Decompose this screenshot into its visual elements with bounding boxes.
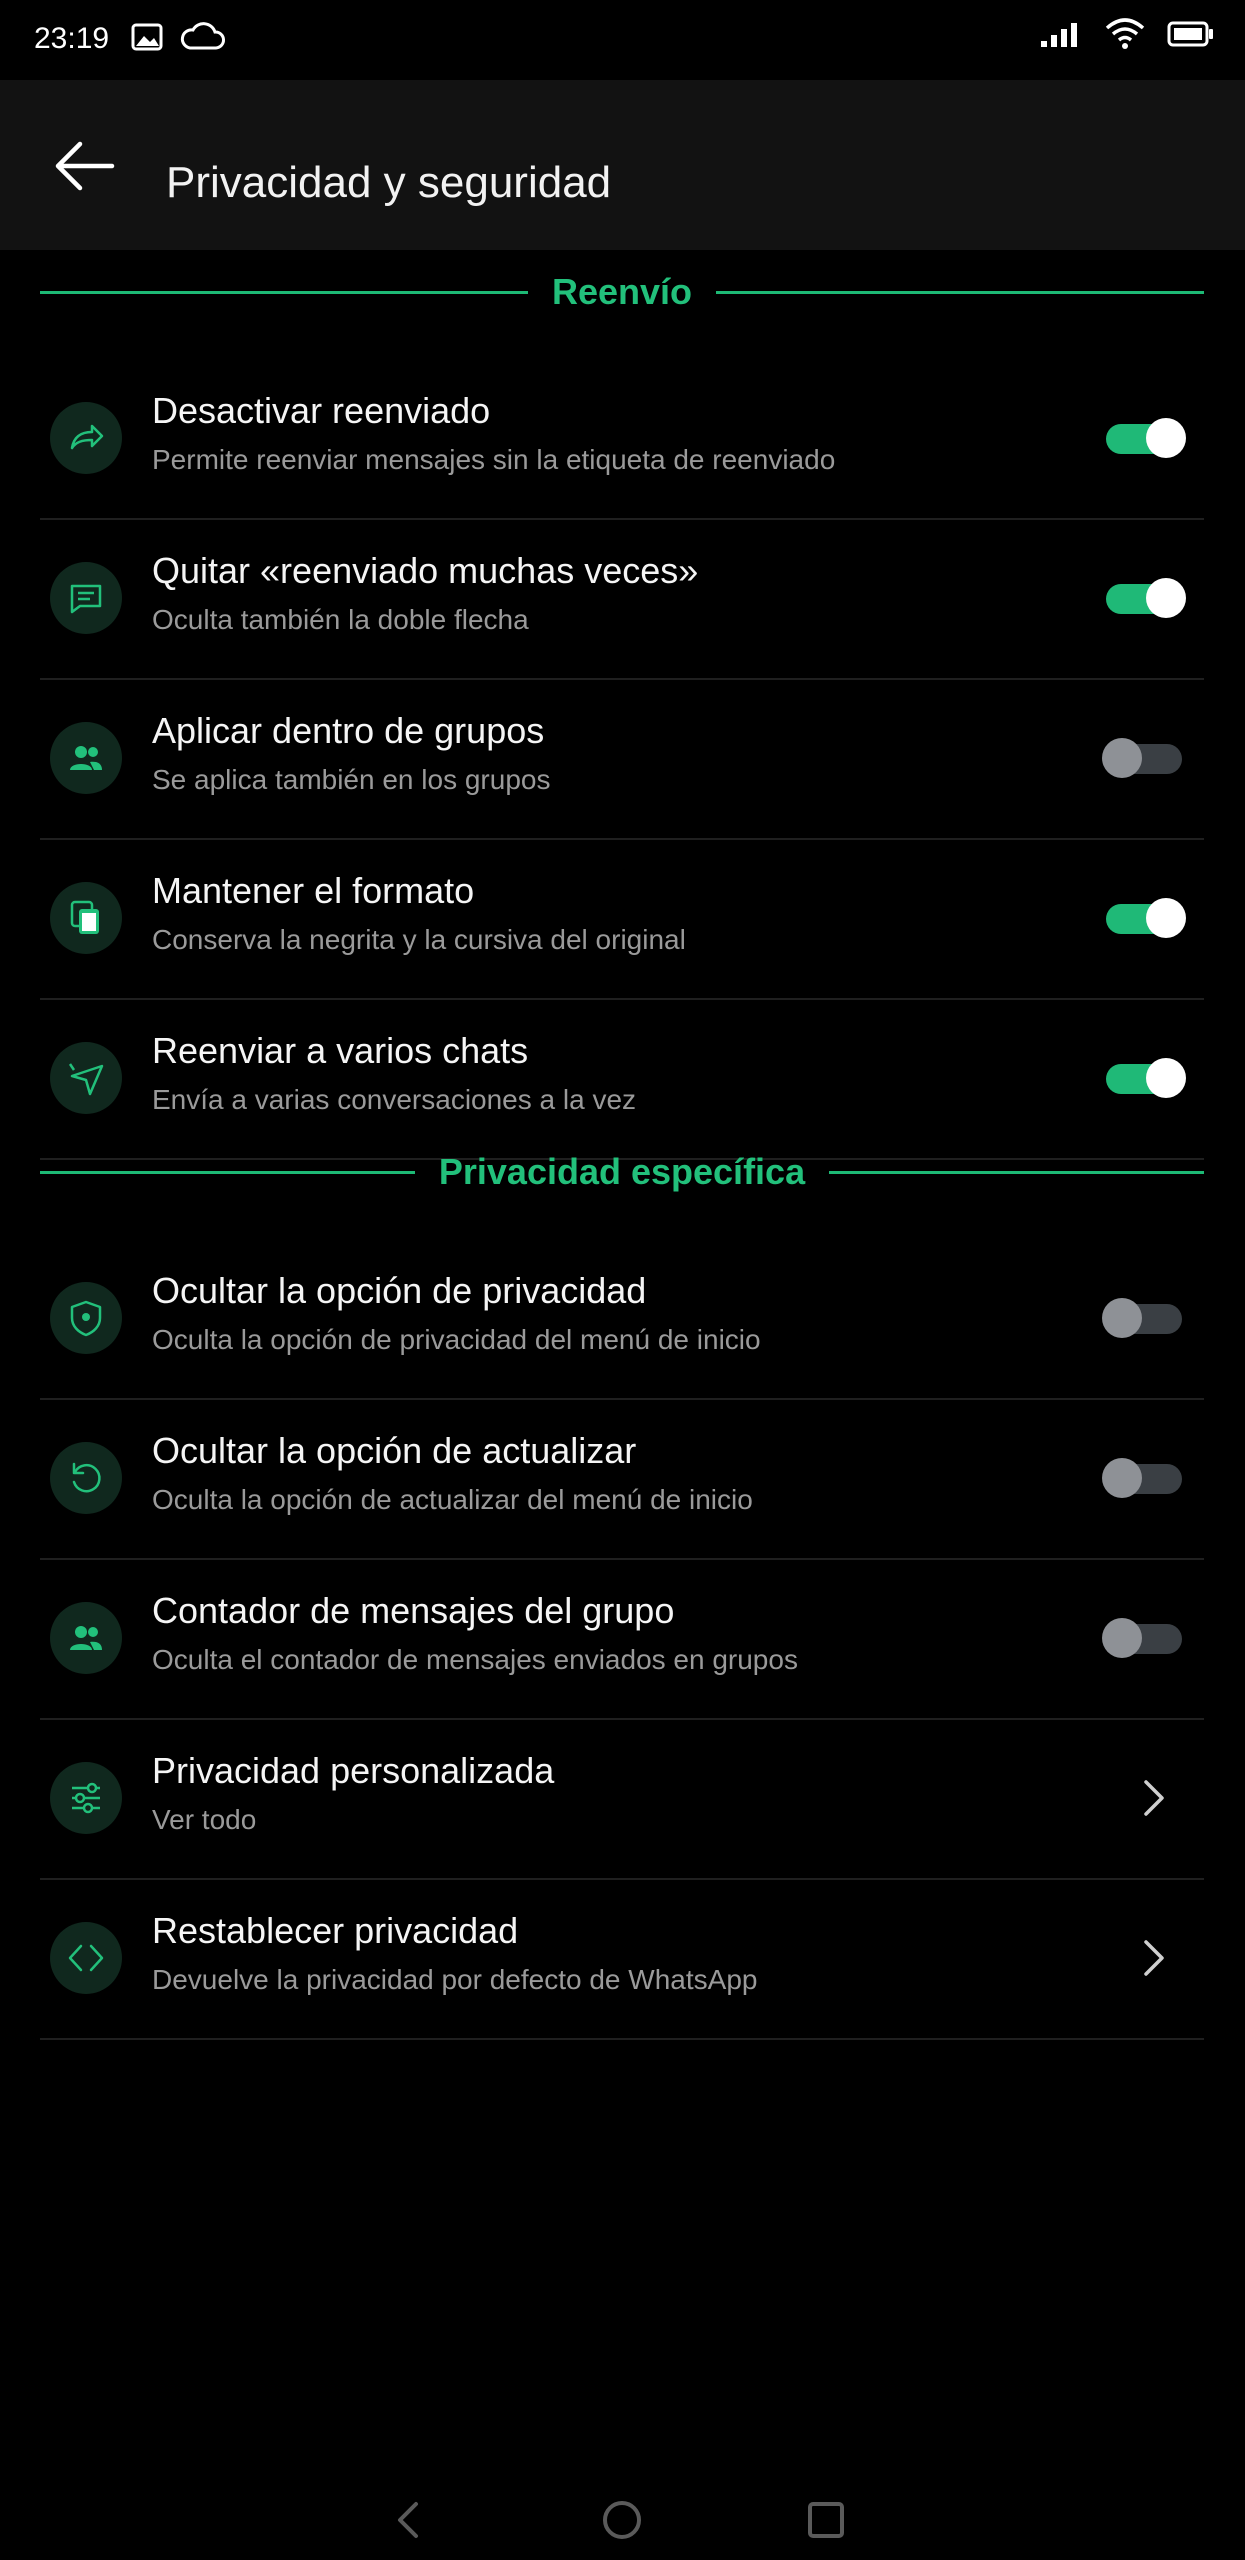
row-subtitle: Oculta la opción de actualizar del menú …: [152, 1484, 753, 1515]
refresh-icon: [50, 1442, 122, 1514]
page-title: Privacidad y seguridad: [166, 158, 612, 207]
row-subtitle: Permite reenviar mensajes sin la etiquet…: [152, 444, 836, 475]
forward-icon: [50, 402, 122, 474]
home-nav-icon[interactable]: [594, 2492, 650, 2548]
send-icon: [50, 1042, 122, 1114]
row-title: Privacidad personalizada: [152, 1750, 555, 1791]
row-subtitle: Oculta la opción de privacidad del menú …: [152, 1324, 761, 1355]
chevron-right-icon: [1134, 1936, 1174, 1980]
message-icon: [50, 562, 122, 634]
row-title: Ocultar la opción de privacidad: [152, 1270, 647, 1311]
cloud-icon: [178, 20, 226, 59]
row-subtitle: Se aplica también en los grupos: [152, 764, 551, 795]
section-header-reenvio: Reenvío: [40, 262, 1205, 322]
row-subtitle: Ver todo: [152, 1804, 257, 1835]
toggle-switch[interactable]: [1102, 894, 1186, 942]
setting-row-privacidad-personalizada[interactable]: Privacidad personalizada Ver todo: [40, 1720, 1204, 1880]
row-subtitle: Envía a varias conversaciones a la vez: [152, 1084, 637, 1115]
section-title: Privacidad específica: [438, 1151, 806, 1192]
setting-row-quitar-reenviado-muchas-veces[interactable]: Quitar «reenviado muchas veces» Oculta t…: [40, 520, 1204, 680]
row-title: Restablecer privacidad: [152, 1910, 519, 1951]
app-bar: Privacidad y seguridad: [0, 80, 1245, 250]
section-list-reenvio: Desactivar reenviado Permite reenviar me…: [40, 360, 1204, 1160]
setting-row-ocultar-opcion-privacidad[interactable]: Ocultar la opción de privacidad Oculta l…: [40, 1240, 1204, 1400]
section-header-privacidad-especifica: Privacidad específica: [40, 1142, 1204, 1202]
row-title: Mantener el formato: [152, 870, 475, 911]
battery-icon: [1167, 20, 1215, 53]
setting-row-desactivar-reenviado[interactable]: Desactivar reenviado Permite reenviar me…: [40, 360, 1204, 520]
group-icon: [50, 722, 122, 794]
sliders-icon: [50, 1762, 122, 1834]
toggle-switch[interactable]: [1102, 1054, 1186, 1102]
row-title: Quitar «reenviado muchas veces»: [152, 550, 699, 591]
group-icon: [50, 1602, 122, 1674]
image-icon: [130, 20, 164, 59]
recents-nav-icon[interactable]: [798, 2492, 854, 2548]
shield-icon: [50, 1282, 122, 1354]
row-subtitle: Conserva la negrita y la cursiva del ori…: [152, 924, 686, 955]
toggle-switch[interactable]: [1102, 574, 1186, 622]
toggle-switch[interactable]: [1102, 1454, 1186, 1502]
signal-icon: [1039, 19, 1083, 54]
row-title: Ocultar la opción de actualizar: [152, 1430, 637, 1471]
setting-row-contador-mensajes-grupo[interactable]: Contador de mensajes del grupo Oculta el…: [40, 1560, 1204, 1720]
row-title: Aplicar dentro de grupos: [152, 710, 545, 751]
toggle-switch[interactable]: [1102, 734, 1186, 782]
setting-row-aplicar-dentro-de-grupos[interactable]: Aplicar dentro de grupos Se aplica tambi…: [40, 680, 1204, 840]
setting-row-restablecer-privacidad[interactable]: Restablecer privacidad Devuelve la priva…: [40, 1880, 1204, 2040]
row-title: Desactivar reenviado: [152, 390, 491, 431]
toggle-switch[interactable]: [1102, 414, 1186, 462]
setting-row-ocultar-opcion-actualizar[interactable]: Ocultar la opción de actualizar Oculta l…: [40, 1400, 1204, 1560]
row-subtitle: Devuelve la privacidad por defecto de Wh…: [152, 1964, 758, 1995]
chevron-right-icon: [1134, 1776, 1174, 1820]
code-icon: [50, 1922, 122, 1994]
back-nav-icon[interactable]: [380, 2492, 436, 2548]
arrow-left-icon: [52, 134, 116, 203]
row-subtitle: Oculta el contador de mensajes enviados …: [152, 1644, 798, 1675]
row-subtitle: Oculta también la doble flecha: [152, 604, 529, 635]
section-title: Reenvío: [551, 271, 693, 312]
row-title: Contador de mensajes del grupo: [152, 1590, 675, 1631]
copy-icon: [50, 882, 122, 954]
status-time: 23:19: [34, 22, 110, 55]
toggle-switch[interactable]: [1102, 1614, 1186, 1662]
back-button[interactable]: [46, 130, 122, 206]
status-bar: 23:19: [0, 0, 1245, 80]
setting-row-reenviar-a-varios-chats[interactable]: Reenviar a varios chats Envía a varias c…: [40, 1000, 1204, 1160]
section-list-privacidad-especifica: Ocultar la opción de privacidad Oculta l…: [40, 1240, 1204, 2040]
setting-row-mantener-el-formato[interactable]: Mantener el formato Conserva la negrita …: [40, 840, 1204, 1000]
navigation-bar: [0, 2480, 1245, 2560]
wifi-icon: [1105, 18, 1145, 55]
row-title: Reenviar a varios chats: [152, 1030, 529, 1071]
toggle-switch[interactable]: [1102, 1294, 1186, 1342]
